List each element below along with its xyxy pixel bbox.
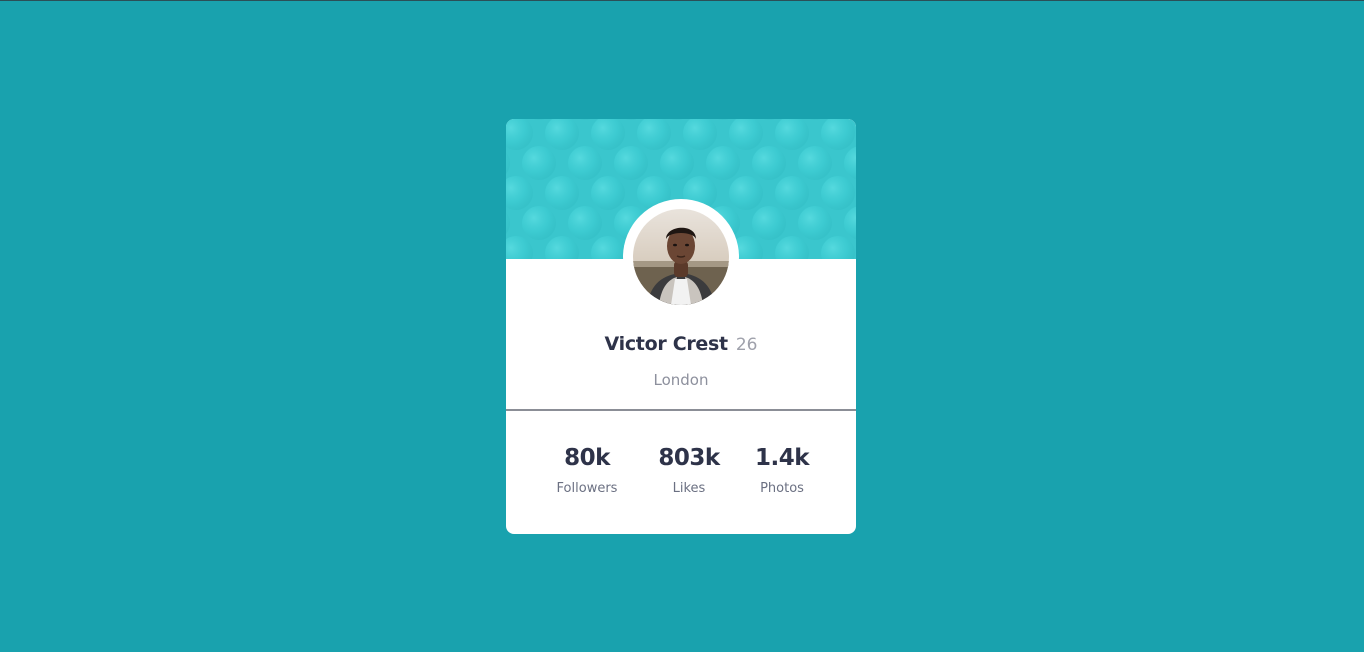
bubble-decoration — [506, 236, 533, 259]
card-divider — [506, 409, 856, 411]
bubble-decoration — [821, 176, 855, 210]
bubble-decoration — [637, 119, 671, 150]
bubble-decoration — [545, 236, 579, 259]
stat-photos-value: 1.4k — [754, 445, 810, 471]
avatar-frame — [623, 199, 739, 315]
bubble-decoration — [545, 176, 579, 210]
bubble-decoration — [763, 119, 775, 120]
stat-photos-label: Photos — [760, 481, 804, 496]
stat-followers-label: Followers — [556, 481, 618, 496]
profile-location: London — [653, 371, 709, 389]
stat-followers-value: 80k — [564, 445, 610, 471]
bubble-decoration — [591, 236, 625, 259]
bubble-decoration — [683, 119, 717, 150]
stat-followers[interactable]: 80k Followers — [537, 443, 637, 497]
bubble-decoration — [775, 119, 809, 150]
name-row: Victor Crest 26 — [506, 333, 856, 355]
bubble-decoration — [660, 146, 694, 180]
bubble-decoration — [775, 176, 809, 210]
bubble-decoration — [671, 119, 683, 120]
user-avatar-photo-icon — [633, 209, 729, 305]
bubble-decoration — [844, 206, 856, 240]
stat-likes[interactable]: 803k Likes — [639, 443, 739, 497]
bubble-decoration — [729, 119, 763, 150]
bubble-decoration — [506, 176, 533, 210]
bubble-decoration — [506, 212, 510, 234]
bubble-decoration — [568, 146, 602, 180]
bubble-decoration — [625, 119, 637, 120]
bubble-decoration — [614, 146, 648, 180]
bubble-decoration — [545, 119, 579, 150]
bubble-decoration — [568, 206, 602, 240]
bubble-decoration — [522, 146, 556, 180]
bubble-decoration — [506, 119, 533, 150]
bubble-decoration — [844, 146, 856, 180]
stat-likes-label: Likes — [672, 481, 706, 496]
bubble-decoration — [809, 119, 821, 120]
profile-card: Victor Crest 26 London 80k Followers 803k… — [506, 119, 856, 534]
stat-likes-value: 803k — [658, 445, 720, 471]
bubble-decoration — [752, 206, 786, 240]
profile-name: Victor Crest — [604, 333, 729, 355]
bubble-decoration — [591, 176, 625, 210]
bubble-decoration — [775, 236, 809, 259]
bubble-decoration — [821, 236, 855, 259]
bubble-decoration — [706, 146, 740, 180]
profile-age: 26 — [735, 335, 758, 355]
bubble-decoration — [506, 152, 510, 174]
bubble-decoration — [533, 119, 545, 120]
bubble-decoration — [798, 146, 832, 180]
bubble-decoration — [717, 119, 729, 120]
bubble-decoration — [522, 206, 556, 240]
bubble-decoration — [752, 146, 786, 180]
bubble-decoration — [579, 119, 591, 120]
bubble-decoration — [729, 176, 763, 210]
stat-photos[interactable]: 1.4k Photos — [732, 443, 832, 497]
bubble-decoration — [798, 206, 832, 240]
avatar[interactable] — [633, 209, 729, 305]
bubble-decoration — [591, 119, 625, 150]
bubble-decoration — [821, 119, 855, 150]
top-edge-line — [0, 0, 1364, 1]
